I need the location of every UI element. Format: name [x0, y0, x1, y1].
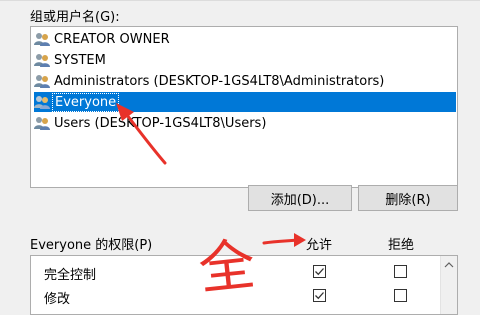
deny-checkbox[interactable]: [394, 265, 407, 278]
user-name: SYSTEM: [54, 52, 106, 68]
user-name: Everyone: [52, 92, 120, 112]
allow-checkbox[interactable]: [313, 265, 326, 278]
permission-name: 完全控制: [44, 268, 97, 283]
user-list[interactable]: CREATOR OWNER SYSTEM Administrators (DES…: [30, 26, 458, 188]
users-group-icon: [34, 31, 50, 47]
list-item-users[interactable]: Users (DESKTOP-1GS4LT8\Users): [34, 113, 456, 133]
scrollbar[interactable]: [440, 256, 457, 314]
groups-label: 组或用户名(G):: [30, 10, 120, 25]
permission-name: 修改: [44, 292, 71, 307]
allow-column-header: 允许: [306, 238, 333, 253]
permissions-title: Everyone 的权限(P): [30, 238, 153, 253]
scroll-up-arrow-icon[interactable]: [441, 258, 457, 272]
users-group-icon: [34, 73, 50, 89]
allow-checkbox[interactable]: [313, 289, 326, 302]
list-item-creator-owner[interactable]: CREATOR OWNER: [34, 29, 456, 49]
deny-checkbox[interactable]: [394, 289, 407, 302]
list-item-administrators[interactable]: Administrators (DESKTOP-1GS4LT8\Administ…: [34, 71, 456, 91]
users-group-icon: [34, 94, 50, 110]
list-item-system[interactable]: SYSTEM: [34, 50, 456, 70]
user-name: Users (DESKTOP-1GS4LT8\Users): [54, 115, 267, 131]
user-name: Administrators (DESKTOP-1GS4LT8\Administ…: [54, 73, 385, 89]
users-group-icon: [34, 115, 50, 131]
top-border: [0, 0, 480, 1]
checkmark-icon: [315, 268, 324, 276]
deny-column-header: 拒绝: [388, 238, 415, 253]
user-name: CREATOR OWNER: [54, 31, 170, 47]
remove-button[interactable]: 删除(R): [358, 185, 458, 211]
users-group-icon: [34, 52, 50, 68]
checkmark-icon: [315, 292, 324, 300]
handwritten-annotation: 全: [195, 232, 259, 303]
list-item-everyone[interactable]: Everyone: [34, 92, 456, 112]
add-button[interactable]: 添加(D)...: [248, 185, 352, 211]
